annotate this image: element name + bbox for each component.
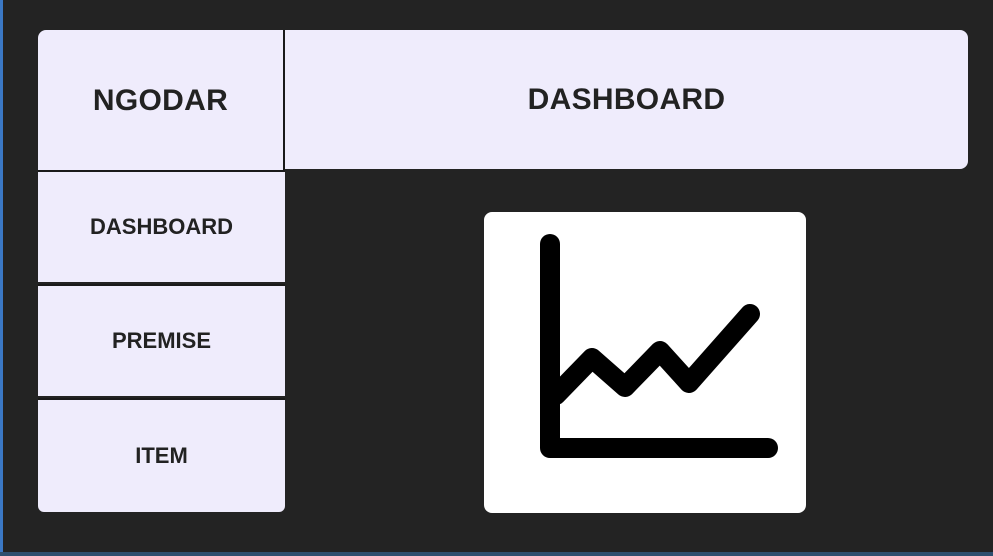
page-title: DASHBOARD: [285, 30, 968, 169]
dashboard-chart-tile[interactable]: [484, 212, 806, 513]
brand-logo-text: NGODAR: [38, 30, 285, 171]
window-left-edge: [0, 0, 3, 556]
sidebar-item-premise[interactable]: PREMISE: [38, 284, 285, 396]
window-bottom-edge: [0, 552, 993, 556]
chart-trend-line: [546, 304, 760, 405]
sidebar-item-item[interactable]: ITEM: [38, 398, 285, 512]
line-chart-icon: [540, 234, 778, 458]
sidebar-item-dashboard[interactable]: DASHBOARD: [38, 170, 285, 282]
